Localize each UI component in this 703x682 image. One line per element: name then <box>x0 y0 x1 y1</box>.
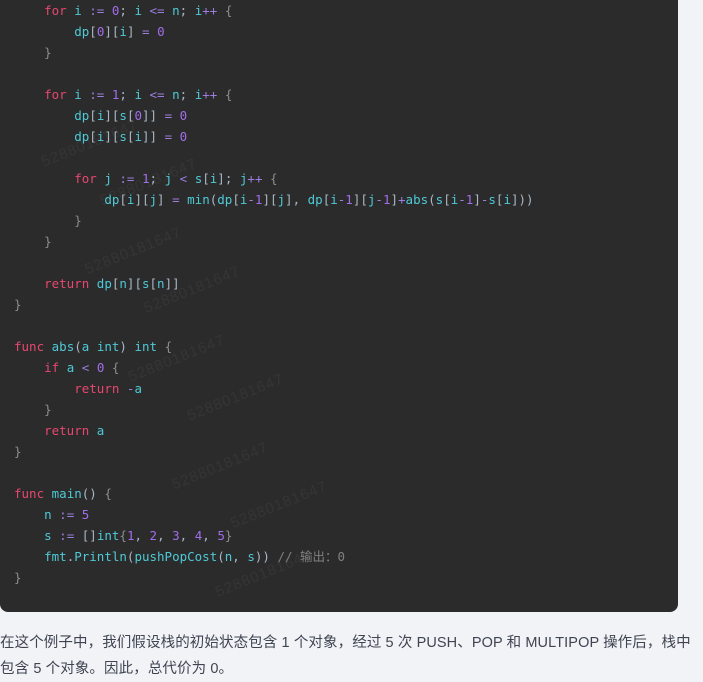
code-line: } <box>44 45 52 60</box>
code-line: } <box>14 297 22 312</box>
code-line: dp[i][s[i]] = 0 <box>74 129 188 144</box>
code-line: func abs(a int) int { <box>14 339 173 354</box>
code-line: } <box>44 402 52 417</box>
code-line: fmt.Println(pushPopCost(n, s)) // 输出：0 <box>44 549 346 564</box>
code-line: for i := 1; i <= n; i++ { <box>44 87 233 102</box>
code-line: return a <box>44 423 105 438</box>
code-line: n := 5 <box>44 507 90 522</box>
page-root: 52880181647 52880181647 52880181647 5288… <box>0 0 703 680</box>
explanation-paragraph: 在这个例子中，我们假设栈的初始状态包含 1 个对象，经过 5 次 PUSH、PO… <box>0 635 691 677</box>
code-line: dp[i][s[0]] = 0 <box>74 108 188 123</box>
code-line: for j := 1; j < s[i]; j++ { <box>74 171 278 186</box>
code-line: } <box>14 444 22 459</box>
code-line: dp[i][j] = min(dp[i-1][j], dp[i-1][j-1]+… <box>104 192 534 207</box>
code-line: func main() { <box>14 486 112 501</box>
code-line: s := []int{1, 2, 3, 4, 5} <box>44 528 233 543</box>
code-line: } <box>44 234 52 249</box>
code-line: } <box>14 570 22 585</box>
code-line: return -a <box>74 381 142 396</box>
code-line: for i := 0; i <= n; i++ { <box>44 3 233 18</box>
code-line: } <box>74 213 82 228</box>
code-block: 52880181647 52880181647 52880181647 5288… <box>0 0 678 612</box>
code-line: return dp[n][s[n]] <box>44 276 180 291</box>
code-line: dp[0][i] = 0 <box>74 24 165 39</box>
code-content[interactable]: for i := 0; i <= n; i++ { dp[0][i] = 0 }… <box>0 0 678 588</box>
code-line: if a < 0 { <box>44 360 120 375</box>
